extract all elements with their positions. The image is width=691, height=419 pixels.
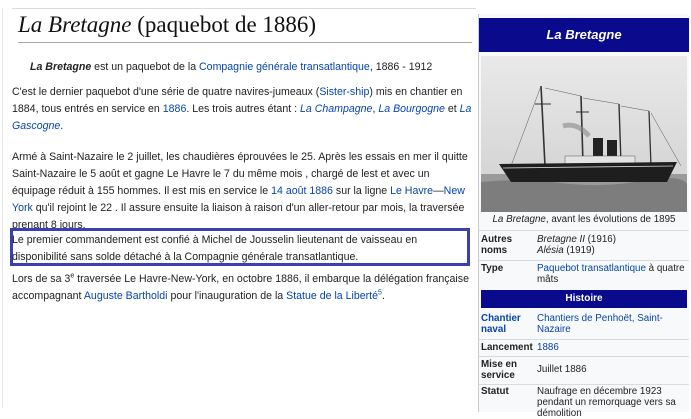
page-left-border (2, 8, 3, 408)
link-1886[interactable]: 1886 (163, 103, 187, 115)
link-la-champagne[interactable]: La Champagne (300, 103, 372, 115)
row-divider (479, 230, 689, 231)
row-autres-noms: Autres noms Bretagne II (1916) Alésia (19… (481, 234, 616, 256)
paragraph-series: C'est le dernier paquebot d'une série de… (12, 86, 472, 132)
link-paquebot-transatlantique[interactable]: Paquebot transatlantique (537, 263, 646, 274)
article-body: La Bretagne (paquebot de 1886) La Bretag… (10, 12, 472, 302)
link-auguste-bartholdi[interactable]: Auguste Bartholdi (84, 290, 168, 302)
row-chantier-naval: Chantier naval Chantiers de Penhoët, Sai… (481, 313, 687, 337)
link-statue-de-la-liberte[interactable]: Statue de la Liberté (286, 290, 378, 302)
paragraph-traversee: Lors de sa 3e traversée Le Havre-New-Yor… (12, 272, 469, 302)
infobox-header: La Bretagne (479, 18, 689, 52)
link-chantier-naval[interactable]: Chantier naval (481, 313, 535, 335)
page-title: La Bretagne (paquebot de 1886) (18, 12, 472, 43)
row-divider (479, 384, 689, 385)
link-compagnie-generale-transatlantique[interactable]: Compagnie générale transatlantique (199, 61, 370, 73)
row-mise-en-service: Mise en service Juillet 1886 (481, 359, 587, 381)
row-divider (479, 339, 689, 340)
row-divider (479, 260, 689, 261)
link-lancement-1886[interactable]: 1886 (537, 342, 687, 353)
ship-photo[interactable] (481, 56, 687, 212)
paragraph-commandement: Le premier commandement est confié à Mic… (12, 234, 418, 263)
row-lancement: Lancement 1886 (481, 342, 687, 354)
image-caption: La Bretagne, avant les évolutions de 189… (492, 214, 676, 225)
link-14-aout-1886[interactable]: 14 août 1886 (271, 185, 333, 197)
top-divider (12, 8, 476, 9)
link-la-bourgogne[interactable]: La Bourgogne (378, 103, 445, 115)
section-header-historique: Histoire (481, 290, 687, 308)
intro-paragraph: La Bretagne est un paquebot de la Compag… (30, 61, 433, 73)
link-sister-ship[interactable]: Sister-ship (319, 86, 369, 98)
link-le-havre[interactable]: Le Havre (390, 185, 433, 197)
infobox: La Bretagne La Bretagne, avant les évolu… (478, 14, 689, 419)
row-type: Type Paquebot transatlantique à quatre m… (481, 263, 685, 285)
row-statut: Statut Naufrage en décembre 1923 pendant… (481, 386, 676, 419)
paragraph-armement: Armé à Saint-Nazaire le 2 juillet, les c… (12, 151, 468, 231)
link-chantiers-de-penhoet[interactable]: Chantiers de Penhoët, Saint-Nazaire (537, 313, 687, 335)
row-divider (479, 356, 689, 357)
